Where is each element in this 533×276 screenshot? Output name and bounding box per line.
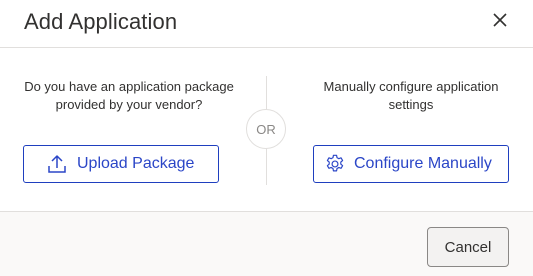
upload-prompt: Do you have an application package provi… (24, 79, 234, 112)
or-separator: OR (246, 109, 286, 149)
configure-manually-label: Configure Manually (354, 155, 492, 172)
close-button[interactable] (488, 10, 512, 34)
close-icon (493, 12, 507, 32)
upload-package-label: Upload Package (77, 155, 195, 172)
configure-manually-button[interactable]: Configure Manually (313, 145, 509, 183)
dialog-header: Add Application (0, 0, 533, 48)
divider-top (266, 76, 267, 109)
gear-icon (324, 153, 346, 175)
add-application-dialog: Add Application Do you have an applicati… (0, 0, 533, 276)
upload-package-button[interactable]: Upload Package (23, 145, 219, 183)
configure-prompt: Manually configure application settings (323, 79, 499, 112)
divider-bottom (266, 148, 267, 185)
dialog-body: Do you have an application package provi… (0, 48, 533, 211)
dialog-footer: Cancel (0, 211, 533, 276)
dialog-title: Add Application (24, 9, 178, 34)
upload-icon (46, 153, 68, 175)
cancel-button[interactable]: Cancel (427, 227, 509, 267)
